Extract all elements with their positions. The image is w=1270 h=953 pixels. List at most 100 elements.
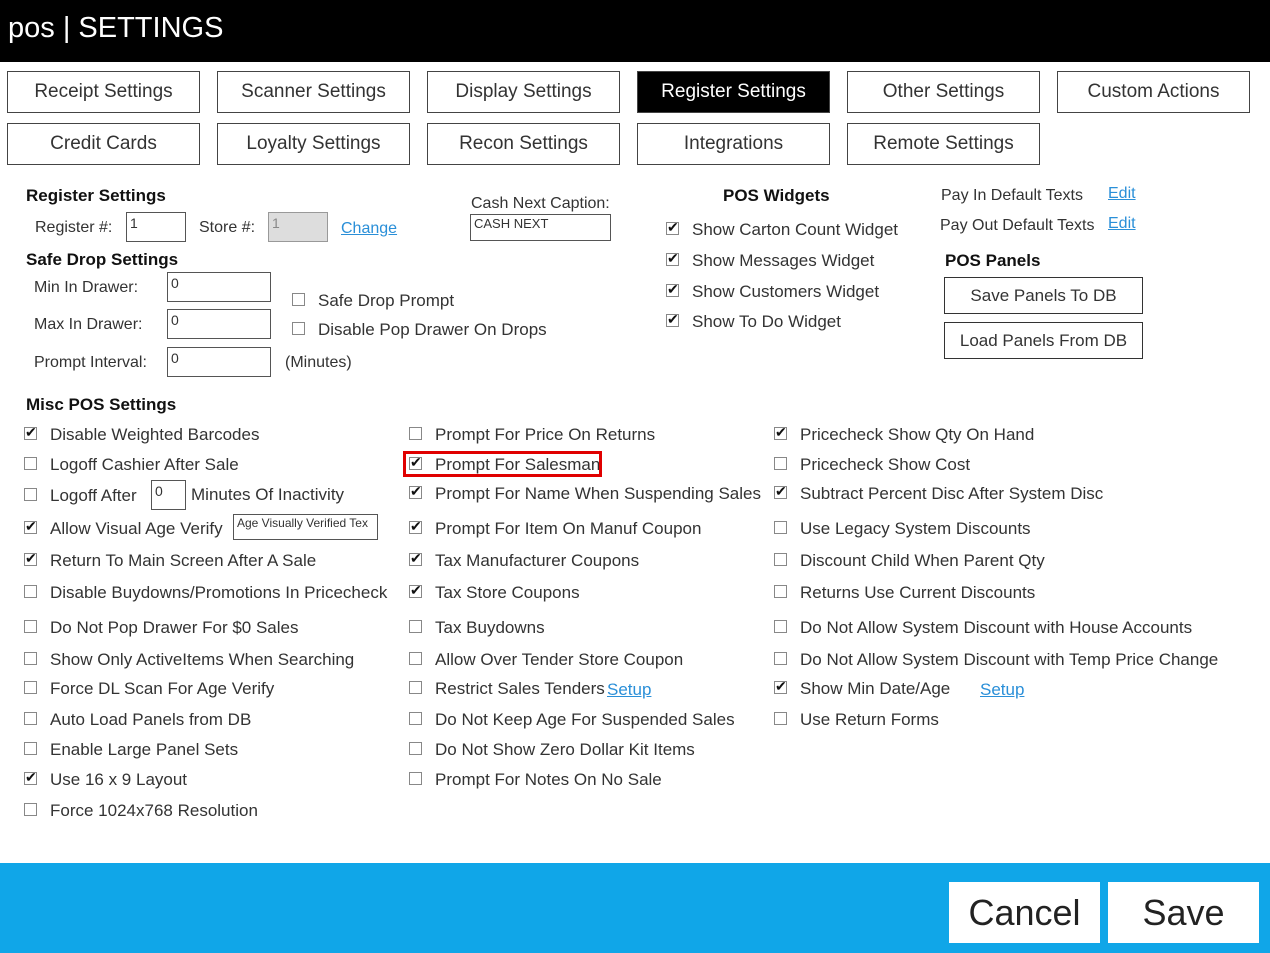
min-in-drawer-input[interactable]: 0 [167, 272, 271, 302]
use-return-forms-checkbox[interactable]: Use Return Forms [774, 710, 939, 730]
checkbox-box[interactable] [666, 250, 679, 267]
tax-manufacturer-coupons-checkbox[interactable]: Tax Manufacturer Coupons [409, 550, 639, 571]
load-panels-button[interactable]: Load Panels From DB [944, 322, 1143, 359]
auto-load-panels-from-db-checkbox[interactable]: Auto Load Panels from DB [24, 710, 251, 730]
tab-display-settings[interactable]: Display Settings [427, 71, 620, 113]
show-min-date-age-checkbox[interactable]: Show Min Date/Age [774, 678, 950, 699]
checkbox-box[interactable] [774, 584, 787, 598]
force-dl-scan-for-age-verify-checkbox[interactable]: Force DL Scan For Age Verify [24, 679, 274, 699]
disable-pop-drawer-checkbox[interactable]: Disable Pop Drawer On Drops [292, 320, 547, 340]
checkbox-box[interactable] [24, 456, 37, 470]
checkbox-box[interactable] [24, 518, 37, 535]
checkbox-box[interactable] [666, 281, 679, 298]
prompt-for-notes-on-no-sale-checkbox[interactable]: Prompt For Notes On No Sale [409, 770, 662, 790]
tab-scanner-settings[interactable]: Scanner Settings [217, 71, 410, 113]
tab-loyalty-settings[interactable]: Loyalty Settings [217, 123, 410, 165]
checkbox-box[interactable] [774, 711, 787, 725]
checkbox-box[interactable] [774, 552, 787, 566]
do-not-keep-age-for-suspended-sales-checkbox[interactable]: Do Not Keep Age For Suspended Sales [409, 710, 735, 730]
checkbox-box[interactable] [774, 456, 787, 470]
tab-register-settings[interactable]: Register Settings [637, 71, 830, 113]
do-not-allow-system-discount-with-temp-price-change-checkbox[interactable]: Do Not Allow System Discount with Temp P… [774, 650, 1218, 670]
checkbox-box[interactable] [409, 426, 422, 440]
cash-next-caption-input[interactable]: CASH NEXT [470, 214, 611, 241]
prompt-interval-input[interactable]: 0 [167, 347, 271, 377]
checkbox-box[interactable] [24, 741, 37, 755]
checkbox-box[interactable] [292, 321, 305, 335]
tab-custom-actions[interactable]: Custom Actions [1057, 71, 1250, 113]
tab-integrations[interactable]: Integrations [637, 123, 830, 165]
checkbox-box[interactable] [24, 651, 37, 665]
checkbox-box[interactable] [24, 619, 37, 633]
checkbox-box[interactable] [24, 769, 37, 786]
use-16-x-9-layout-checkbox[interactable]: Use 16 x 9 Layout [24, 769, 187, 790]
checkbox-box[interactable] [774, 424, 787, 441]
return-to-main-screen-after-a-sale-checkbox[interactable]: Return To Main Screen After A Sale [24, 550, 316, 571]
age-verify-text-input[interactable]: Age Visually Verified Tex [233, 514, 378, 540]
checkbox-box[interactable] [409, 582, 422, 599]
checkbox-box[interactable] [774, 651, 787, 665]
safe-drop-prompt-checkbox[interactable]: Safe Drop Prompt [292, 291, 454, 311]
prompt-for-price-on-returns-checkbox[interactable]: Prompt For Price On Returns [409, 425, 655, 445]
checkbox-box[interactable] [774, 678, 787, 695]
checkbox-box[interactable] [666, 311, 679, 328]
enable-large-panel-sets-checkbox[interactable]: Enable Large Panel Sets [24, 740, 238, 760]
checkbox-box[interactable] [409, 680, 422, 694]
restrict-sales-tenders-checkbox[interactable]: Restrict Sales Tenders [409, 679, 605, 699]
widget-show-to-do-widget-checkbox[interactable]: Show To Do Widget [666, 311, 841, 332]
checkbox-box[interactable] [24, 487, 37, 501]
pricecheck-show-qty-on-hand-checkbox[interactable]: Pricecheck Show Qty On Hand [774, 424, 1034, 445]
do-not-allow-system-discount-with-house-accounts-checkbox[interactable]: Do Not Allow System Discount with House … [774, 618, 1192, 638]
checkbox-box[interactable] [774, 483, 787, 500]
register-number-input[interactable]: 1 [126, 212, 186, 242]
logoff-cashier-after-sale-checkbox[interactable]: Logoff Cashier After Sale [24, 455, 239, 475]
tax-store-coupons-checkbox[interactable]: Tax Store Coupons [409, 582, 580, 603]
discount-child-when-parent-qty-checkbox[interactable]: Discount Child When Parent Qty [774, 551, 1045, 571]
max-in-drawer-input[interactable]: 0 [167, 309, 271, 339]
widget-show-customers-widget-checkbox[interactable]: Show Customers Widget [666, 281, 879, 302]
do-not-pop-drawer-for-0-sales-checkbox[interactable]: Do Not Pop Drawer For $0 Sales [24, 618, 299, 638]
checkbox-box[interactable] [409, 771, 422, 785]
checkbox-box[interactable] [666, 219, 679, 236]
checkbox-box[interactable] [24, 584, 37, 598]
restrict-tenders-setup-link[interactable]: Setup [607, 680, 651, 700]
checkbox-box[interactable] [24, 550, 37, 567]
checkbox-box[interactable] [774, 520, 787, 534]
pay-out-edit-link[interactable]: Edit [1108, 215, 1136, 233]
disable-weighted-barcodes-checkbox[interactable]: Disable Weighted Barcodes [24, 424, 259, 445]
checkbox-box[interactable] [409, 711, 422, 725]
checkbox-box[interactable] [409, 518, 422, 535]
save-panels-button[interactable]: Save Panels To DB [944, 277, 1143, 314]
pricecheck-show-cost-checkbox[interactable]: Pricecheck Show Cost [774, 455, 970, 475]
prompt-for-name-when-suspending-sales-checkbox[interactable]: Prompt For Name When Suspending Sales [409, 483, 761, 504]
tab-other-settings[interactable]: Other Settings [847, 71, 1040, 113]
min-date-age-setup-link[interactable]: Setup [980, 680, 1024, 700]
checkbox-box[interactable] [409, 550, 422, 567]
disable-buydowns-promotions-in-pricecheck-checkbox[interactable]: Disable Buydowns/Promotions In Pricechec… [24, 583, 387, 603]
pay-in-edit-link[interactable]: Edit [1108, 185, 1136, 203]
force-1024x768-resolution-checkbox[interactable]: Force 1024x768 Resolution [24, 801, 258, 821]
allow-visual-age-verify-checkbox[interactable]: Allow Visual Age Verify [24, 518, 223, 539]
allow-over-tender-store-coupon-checkbox[interactable]: Allow Over Tender Store Coupon [409, 650, 683, 670]
prompt-for-item-on-manuf-coupon-checkbox[interactable]: Prompt For Item On Manuf Coupon [409, 518, 701, 539]
subtract-percent-disc-after-system-disc-checkbox[interactable]: Subtract Percent Disc After System Disc [774, 483, 1103, 504]
tab-receipt-settings[interactable]: Receipt Settings [7, 71, 200, 113]
checkbox-box[interactable] [24, 680, 37, 694]
tab-remote-settings[interactable]: Remote Settings [847, 123, 1040, 165]
tax-buydowns-checkbox[interactable]: Tax Buydowns [409, 618, 545, 638]
widget-show-carton-count-widget-checkbox[interactable]: Show Carton Count Widget [666, 219, 898, 240]
checkbox-box[interactable] [24, 802, 37, 816]
logoff-minutes-input[interactable]: 0 [151, 480, 186, 510]
logoff-after-checkbox[interactable]: Logoff After [24, 486, 137, 506]
checkbox-box[interactable] [409, 651, 422, 665]
cancel-button[interactable]: Cancel [949, 882, 1100, 943]
checkbox-box[interactable] [24, 424, 37, 441]
tab-credit-cards[interactable]: Credit Cards [7, 123, 200, 165]
use-legacy-system-discounts-checkbox[interactable]: Use Legacy System Discounts [774, 519, 1031, 539]
checkbox-box[interactable] [409, 741, 422, 755]
show-only-activeitems-when-searching-checkbox[interactable]: Show Only ActiveItems When Searching [24, 650, 354, 670]
tab-recon-settings[interactable]: Recon Settings [427, 123, 620, 165]
checkbox-box[interactable] [409, 483, 422, 500]
checkbox-box[interactable] [774, 619, 787, 633]
save-button[interactable]: Save [1108, 882, 1259, 943]
